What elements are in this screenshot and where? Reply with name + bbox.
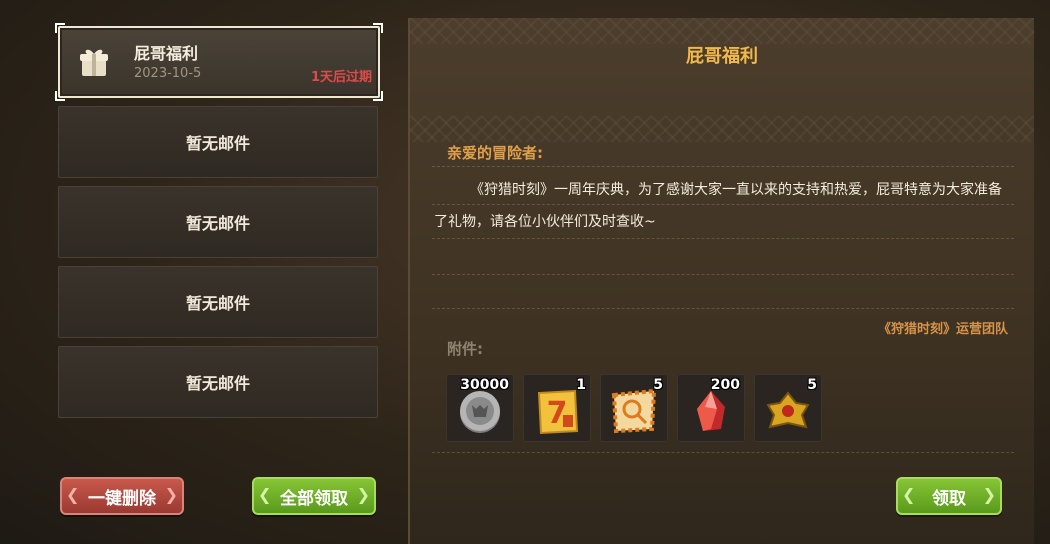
mail-body-text: 《狩猎时刻》一周年庆典，为了感谢大家一直以来的支持和热爱，屁哥特意为大家准备了礼… [434, 182, 1002, 230]
mail-item-empty[interactable]: 暂无邮件 [58, 266, 378, 338]
chevron-right-icon: ❯ [164, 485, 178, 504]
mail-detail-title: 屁哥福利 [686, 46, 758, 67]
mail-detail-panel: 屁哥福利 亲爱的冒险者: 《狩猎时刻》一周年庆典，为了感谢大家一直以来的支持和热… [408, 18, 1034, 544]
mail-item-empty[interactable]: 暂无邮件 [58, 186, 378, 258]
decorative-border [410, 18, 1034, 44]
gift-icon [80, 49, 108, 76]
corner-decoration [373, 23, 383, 33]
chevron-left-icon: ❮ [902, 485, 916, 504]
chevron-right-icon: ❯ [356, 485, 370, 504]
divider [432, 166, 1014, 167]
empty-mail-label: 暂无邮件 [185, 214, 250, 233]
claim-label: 领取 [932, 488, 966, 509]
discount-coupon-icon: 7 [537, 389, 579, 435]
delete-all-button[interactable]: ❮ 一键删除 ❯ [60, 477, 184, 515]
divider [432, 204, 1014, 205]
empty-mail-label: 暂无邮件 [185, 294, 250, 313]
mail-signature: 《狩猎时刻》运营团队 [877, 322, 1008, 337]
decorative-border [410, 116, 1034, 142]
empty-mail-label: 暂无邮件 [185, 134, 250, 153]
attachment-count: 5 [807, 377, 817, 393]
mail-item-selected[interactable]: 屁哥福利 2023-10-5 1天后过期 [55, 23, 383, 101]
chevron-left-icon: ❮ [258, 485, 272, 504]
gold-crest-icon [766, 391, 810, 429]
corner-decoration [55, 23, 65, 33]
divider [432, 452, 1014, 453]
mail-item-empty[interactable]: 暂无邮件 [58, 346, 378, 418]
mail-expire-badge: 1天后过期 [310, 70, 372, 85]
divider [432, 274, 1014, 275]
attachment-count: 1 [576, 377, 586, 393]
mail-list-panel: 屁哥福利 2023-10-5 1天后过期 暂无邮件 暂无邮件 暂无邮件 暂无邮件… [0, 0, 400, 544]
attachment-slot[interactable]: 7 1 [523, 374, 591, 442]
attachments-label: 附件: [447, 340, 483, 358]
attachment-count: 200 [710, 377, 740, 393]
claim-all-label: 全部领取 [280, 488, 348, 509]
mail-greeting: 亲爱的冒险者: [447, 144, 543, 162]
divider [432, 308, 1014, 309]
corner-decoration [373, 91, 383, 101]
claim-all-button[interactable]: ❮ 全部领取 ❯ [252, 477, 376, 515]
attachment-slot[interactable]: 30000 [446, 374, 514, 442]
chevron-left-icon: ❮ [66, 485, 80, 504]
empty-mail-label: 暂无邮件 [185, 374, 250, 393]
attachment-slot[interactable]: 5 [754, 374, 822, 442]
corner-decoration [55, 91, 65, 101]
divider [432, 238, 1014, 239]
claim-button[interactable]: ❮ 领取 ❯ [896, 477, 1002, 515]
attachment-count: 5 [653, 377, 663, 393]
treasure-map-icon [611, 388, 657, 434]
delete-all-label: 一键删除 [88, 488, 156, 509]
attachment-slot[interactable]: 200 [677, 374, 745, 442]
mail-date: 2023-10-5 [134, 66, 202, 81]
attachment-slot[interactable]: 5 [600, 374, 668, 442]
chevron-right-icon: ❯ [982, 485, 996, 504]
mail-item-empty[interactable]: 暂无邮件 [58, 106, 378, 178]
mail-title: 屁哥福利 [134, 44, 199, 63]
attachment-count: 30000 [460, 377, 509, 393]
